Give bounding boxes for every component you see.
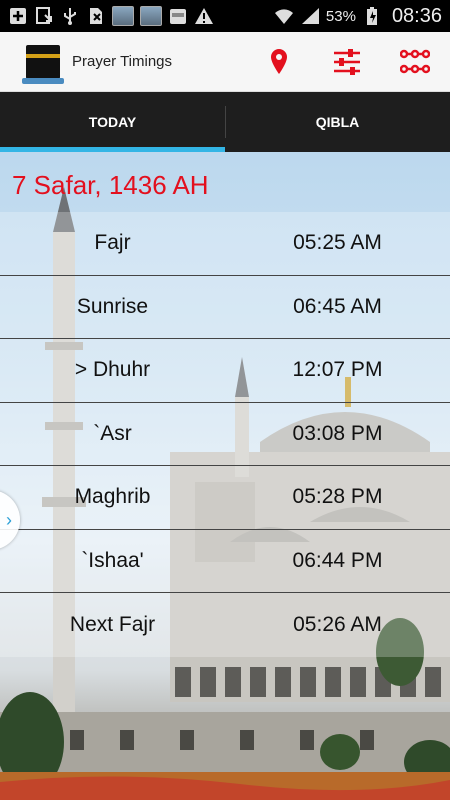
tab-bar: TODAY QIBLA	[0, 92, 450, 152]
tab-qibla[interactable]: QIBLA	[225, 92, 450, 152]
list-item[interactable]: `Ishaa' 06:44 PM	[0, 529, 450, 593]
prayer-time: 06:45 AM	[293, 294, 382, 318]
kaaba-logo-icon	[22, 44, 64, 84]
status-bar: 53% 08:36	[0, 0, 450, 32]
notification-icons	[8, 6, 214, 26]
chevron-right-icon: ›	[6, 509, 12, 530]
app-title: Prayer Timings	[72, 53, 173, 70]
prayer-name: Maghrib	[74, 485, 151, 509]
app-thumbnail	[140, 6, 162, 26]
list-item[interactable]: Next Fajr 05:26 AM	[0, 593, 450, 657]
location-pin-icon	[271, 48, 287, 74]
clock-time: 08:36	[391, 4, 442, 27]
download-icon	[34, 6, 54, 26]
prayer-name: > Dhuhr	[74, 358, 151, 382]
prayer-name: Next Fajr	[69, 612, 156, 636]
chain-links-icon	[400, 49, 430, 73]
calendar-app-icon	[168, 6, 188, 26]
prayer-times-list: Fajr 05:25 AM Sunrise 06:45 AM > Dhuhr 1…	[0, 212, 450, 657]
list-item[interactable]: > Dhuhr 12:07 PM	[0, 339, 450, 403]
prayer-time: 06:44 PM	[292, 548, 383, 572]
battery-charging-icon	[362, 6, 382, 26]
prayer-name: `Asr	[93, 421, 132, 445]
settings-button[interactable]	[332, 47, 362, 77]
system-status: 53% 08:36	[274, 5, 442, 28]
list-item[interactable]: Fajr 05:25 AM	[0, 212, 450, 276]
usb-icon	[60, 6, 80, 26]
today-panel: 7 Safar, 1436 AH Fajr 05:25 AM Sunrise 0…	[0, 152, 450, 800]
list-item[interactable]: Sunrise 06:45 AM	[0, 275, 450, 339]
no-sim-icon	[86, 6, 106, 26]
signal-icon	[300, 6, 320, 26]
prayer-name: Fajr	[94, 231, 131, 255]
prayer-time: 05:25 AM	[293, 231, 382, 255]
prayer-time: 05:26 AM	[293, 612, 382, 636]
prayer-time: 12:07 PM	[292, 358, 383, 382]
sliders-icon	[334, 48, 360, 75]
more-options-button[interactable]	[400, 47, 430, 77]
prayer-time: 03:08 PM	[292, 421, 383, 445]
location-button[interactable]	[264, 47, 294, 77]
add-box-icon	[8, 6, 28, 26]
prayer-name: `Ishaa'	[81, 548, 144, 572]
wifi-icon	[274, 6, 294, 26]
tab-today[interactable]: TODAY	[0, 92, 225, 152]
hijri-date: 7 Safar, 1436 AH	[12, 170, 209, 200]
prayer-name: Sunrise	[76, 294, 149, 318]
app-thumbnail	[112, 6, 134, 26]
prayer-time: 05:28 PM	[292, 485, 383, 509]
app-header: Prayer Timings	[0, 32, 450, 92]
header-actions	[264, 47, 430, 77]
list-item[interactable]: `Asr 03:08 PM	[0, 402, 450, 466]
battery-percent: 53%	[325, 7, 356, 25]
list-item[interactable]: Maghrib 05:28 PM	[0, 466, 450, 530]
warning-icon	[194, 6, 214, 26]
